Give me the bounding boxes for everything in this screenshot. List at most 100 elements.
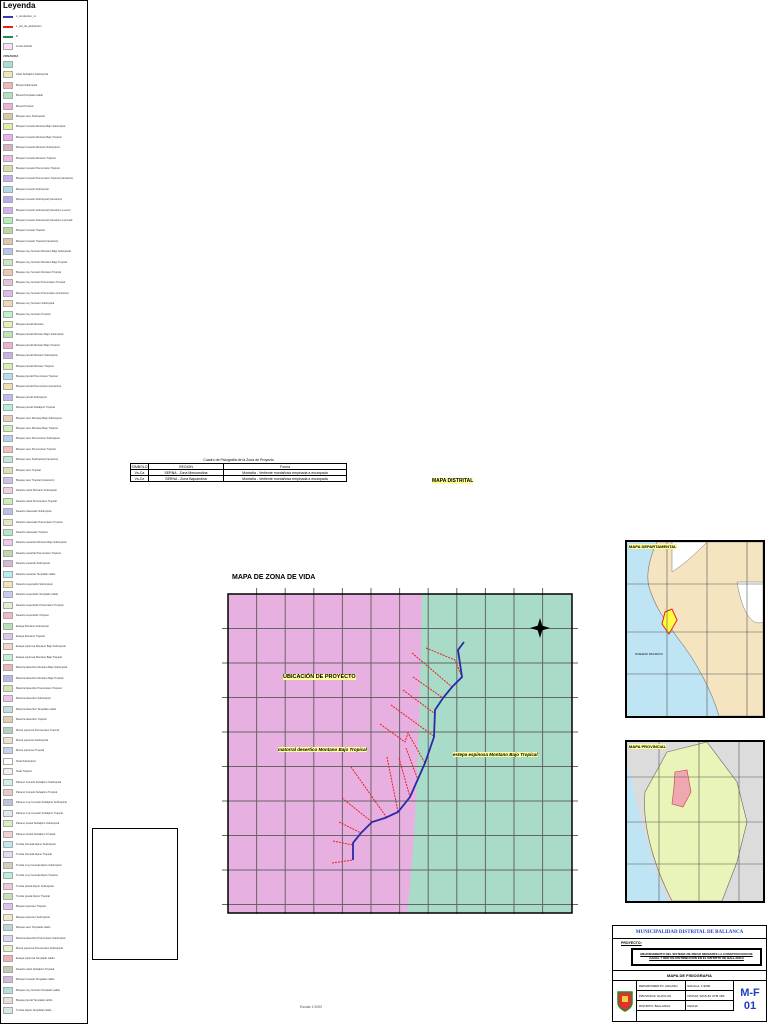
legend-item: Bosque humedo Montano Bajo Subtropical — [3, 122, 65, 131]
legend-item: Bosque muy humedo Templado calido — [3, 986, 60, 995]
legend-label: Matorral desertico Tropical — [16, 718, 47, 722]
legend-item: Desierto arido Montano Subtropical — [3, 486, 57, 495]
legend-swatch — [3, 841, 13, 848]
legend-swatch — [3, 165, 13, 172]
legend-item: Bosque muy humedo Montano Tropical — [3, 268, 61, 277]
legend-item: Matorral desertico Montano Bajo Subtropi… — [3, 663, 67, 672]
legend-label: Monte espinoso Subtropical — [16, 739, 49, 742]
legend-swatch — [3, 466, 13, 474]
legend-item: Tundra pluvial Alpino Tropical — [3, 892, 50, 901]
legend-label: Tundra pluvial Alpino Subtropical — [16, 884, 54, 888]
legend-item: Paramo muy humedo Subalpino Subtropical — [3, 798, 67, 807]
legend-item: Desierto perarido Premontano Tropical — [3, 549, 61, 558]
legend-item: Monte espinoso Tropical — [3, 746, 44, 755]
project-location-label: UBICACIÓN DE PROYECTO — [283, 674, 356, 680]
legend-label: Bosque humedo Premontano Tropical — [16, 167, 60, 170]
ocean-label: OCEANO PACIFICO — [635, 652, 663, 656]
legend-label: Desierto perarido Premontano Tropical — [16, 551, 61, 555]
legend-item: Matorral desertico Montano Bajo Tropical — [3, 674, 63, 683]
zone-left-area — [228, 594, 422, 913]
legend-item: Desierto perarido Montano Bajo Subtropic… — [3, 538, 66, 547]
legend-label: Desierto perarido Montano Bajo Subtropic… — [16, 541, 67, 545]
legend-swatch — [3, 695, 13, 703]
legend-item: Paramo muy humedo Subalpino Tropical — [3, 809, 63, 818]
legend-label: Tundra Alpino Templado calido — [16, 1009, 52, 1013]
legend-swatch — [3, 383, 13, 391]
legend-item: Nival Tropical — [3, 767, 32, 776]
legend-label: Bosque seco Montano Bajo Subtropical — [16, 416, 62, 420]
legend-label: Bosque humedo Montano Bajo Subtropical — [16, 125, 66, 129]
legend-label: Limite distrital — [16, 45, 32, 48]
legend-swatch — [3, 560, 13, 568]
legend-swatch — [3, 435, 13, 443]
legend-item: Bosque espinoso Tropical — [3, 902, 46, 911]
legend-item: Bosque pluvial Montano Bajo Subtropical — [3, 330, 63, 339]
legend-swatch — [3, 414, 13, 422]
legend-item — [3, 60, 16, 69]
legend-swatch — [3, 924, 13, 932]
legend-item: Desierto superarido Subtropical — [3, 580, 52, 589]
legend-swatch — [3, 768, 13, 776]
legend-label: Paramo muy humedo Subalpino Subtropical — [16, 801, 67, 805]
legend-label: L_red_de_distribucion — [16, 25, 42, 28]
legend-item: Bosque seco Templado calido — [3, 923, 50, 932]
legend-swatch — [3, 653, 13, 661]
legend-swatch — [3, 373, 13, 380]
sheet-number: 01 — [743, 1000, 757, 1012]
legend-swatch — [3, 893, 13, 900]
legend-label: Estepa espinosa Montano Bajo Subtropical — [16, 645, 66, 649]
legend-panel: Leyenda L_conduccion_xx L_red_de_distribu… — [0, 0, 88, 1024]
legend-swatch — [3, 258, 13, 266]
legend-label: Monte espinoso Premontano Subtropical — [16, 947, 63, 950]
legend-swatch — [3, 362, 13, 370]
legend-symbol-icon — [3, 43, 13, 50]
legend-swatch — [3, 539, 13, 547]
legend-item: Bosque seco Montano Bajo Subtropical — [3, 414, 61, 423]
legend-label: Desierto superarido Tropical — [16, 614, 49, 618]
legend-item: Paramo pluvial Subalpino Tropical — [3, 830, 55, 839]
legend-label: Bosque pluvial Montano Subtropical — [16, 354, 58, 358]
legend-label: Bosque seco Subtropical — [16, 115, 45, 118]
legend-swatch — [3, 913, 13, 921]
legend-label: Desierto superarido Premontano Tropical — [16, 603, 64, 607]
legend-swatch — [3, 934, 13, 942]
legend-item: Boreal Templado calido — [3, 91, 43, 100]
legend-swatch — [3, 705, 13, 713]
legend-swatch — [3, 581, 13, 588]
provincial-map-label: MAPA PROVINCIAL — [629, 744, 667, 749]
legend-swatch — [3, 248, 13, 256]
legend-label: Paramo pluvial Subalpino Subtropical — [16, 822, 60, 826]
legend-item: Desierto perarido Templado calido — [3, 570, 55, 579]
legend-item: Tundra humeda Alpino Subtropical — [3, 840, 56, 849]
legend-item: Matorral desertico Tropical — [3, 715, 47, 724]
legend-item: Bosque seco Subtropical — [3, 112, 45, 121]
legend-swatch — [3, 976, 13, 984]
department-map-label: MAPA DEPARTAMENTAL — [629, 544, 677, 549]
legend-swatch — [3, 508, 13, 516]
legend-swatch — [3, 321, 13, 328]
legend-label: Tundra muy humeda Alpino Subtropical — [16, 863, 62, 867]
legend-swatch — [3, 789, 13, 796]
legend-swatch — [3, 487, 13, 495]
legend-label: Desierto arido Premontano Tropical — [16, 499, 57, 503]
legend-label: Arido Subalpino Subtropical — [16, 73, 49, 77]
legend-label: Bosque humedo Montano Bajo Tropical — [16, 135, 62, 139]
scale-text: Escala 1:9000 — [300, 1005, 323, 1009]
field-date: FECHA: — [685, 1001, 734, 1011]
legend-label: Bosque muy humedo Premontano Tropical — [16, 281, 66, 285]
legend-swatch — [3, 945, 13, 952]
legend-swatch — [3, 227, 13, 235]
legend-label: Boreal Subtropical — [16, 83, 38, 87]
legend-item: Estepa espinosa Montano Bajo Tropical — [3, 653, 62, 662]
legend-label: Desierto superarido Subtropical — [16, 583, 53, 586]
legend-label: Bosque seco Tropical — [16, 468, 41, 472]
legend-swatch — [3, 154, 13, 162]
legend-swatch — [3, 237, 13, 245]
legend-swatch — [3, 778, 13, 786]
legend-item: Paramo pluvial Subalpino Subtropical — [3, 819, 59, 828]
legend-swatch — [3, 61, 13, 68]
legend-label: Bosque pluvial Montano Bajo Subtropical — [16, 333, 64, 337]
legend-swatch — [3, 206, 13, 214]
legend-swatch — [3, 601, 13, 609]
title-block: MUNICIPALIDAD DISTRITAL DE BALLANCA PROY… — [612, 925, 767, 1022]
